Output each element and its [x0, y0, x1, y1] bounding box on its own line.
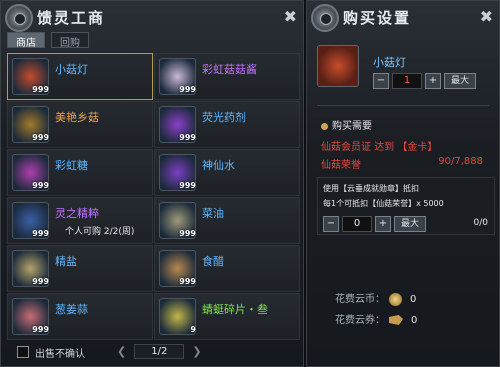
sell-confirm-checkbox[interactable] [17, 346, 29, 358]
page-indicator: 1/2 [134, 344, 185, 359]
tab-buyback[interactable]: 回购 [51, 32, 89, 49]
deduction-minus-button[interactable]: − [323, 216, 339, 232]
cost-coin-label: 花费云币： [335, 294, 385, 305]
purchase-emblem-icon [311, 4, 339, 32]
quantity-minus-button[interactable]: − [373, 73, 389, 89]
item-name: 神仙水 [202, 159, 235, 172]
tab-shop[interactable]: 商店 [7, 32, 45, 49]
item-name: 菜油 [202, 207, 224, 220]
close-icon[interactable]: ✖ [480, 7, 493, 26]
shop-item[interactable]: 999 食醋 [154, 245, 300, 292]
coin-icon [389, 292, 402, 306]
deduction-input[interactable]: 0 [342, 216, 372, 232]
item-count: 999 [179, 85, 196, 94]
item-name: 蜻蜓碎片・叁 [202, 303, 268, 316]
shop-tabs: 商店 回购 [7, 32, 89, 49]
deduction-stepper: − 0 + 最大 [323, 216, 427, 232]
item-count: 999 [179, 133, 196, 142]
shop-item[interactable]: 999 小菇灯 [7, 53, 153, 100]
item-name: 美艳乡菇 [55, 111, 99, 124]
shop-item[interactable]: 999 菜油 [154, 197, 300, 244]
deduction-max-button[interactable]: 最大 [394, 216, 427, 232]
item-name: 精盐 [55, 255, 77, 268]
shop-title: 馈灵工商 [37, 9, 106, 27]
item-name: 小菇灯 [55, 63, 88, 76]
deduction-box: 使用【云垂成就勋章】抵扣 每1个可抵扣【仙菇荣誉】x 5000 − 0 + 最大… [317, 177, 495, 235]
item-purchase-limit: 个人可购 2/2(周) [65, 227, 135, 237]
shop-item[interactable]: 999 彩虹糖 [7, 149, 153, 196]
item-name: 食醋 [202, 255, 224, 268]
quantity-stepper: − 1 + 最大 [373, 73, 477, 89]
item-count: 999 [32, 229, 49, 238]
requirement-honor-label: 仙菇荣誉 [321, 160, 361, 171]
shop-item[interactable]: 999 葱姜蒜 [7, 293, 153, 340]
cost-ticket-label: 花费云券： [335, 315, 385, 326]
shop-item[interactable]: 9 蜻蜓碎片・叁 [154, 293, 300, 340]
shop-footer: 出售不确认 ❮ 1/2 ❯ [7, 341, 297, 365]
selected-item-icon [317, 45, 359, 87]
sell-confirm-label: 出售不确认 [35, 349, 85, 360]
shop-item[interactable]: 999 荧光药剂 [154, 101, 300, 148]
close-icon[interactable]: ✖ [284, 7, 297, 26]
selected-item-name: 小菇灯 [373, 56, 406, 69]
shop-item[interactable]: 999 彩虹菇菇酱 [154, 53, 300, 100]
shop-item[interactable]: 999 精盐 [7, 245, 153, 292]
item-name: 灵之精粹 [55, 207, 99, 220]
item-name: 荧光药剂 [202, 111, 246, 124]
cost-ticket-value: 0 [411, 315, 418, 326]
quantity-plus-button[interactable]: + [425, 73, 441, 89]
cost-coin-row: 花费云币： 0 [335, 290, 416, 306]
quantity-max-button[interactable]: 最大 [444, 73, 477, 89]
requirements-label: 购买需要 [332, 121, 372, 132]
item-count: 999 [32, 181, 49, 190]
purchase-panel: 购买设置 ✖ 小菇灯 − 1 + 最大 购买需要 仙菇会员证 达到 【金卡】 仙… [306, 0, 500, 367]
cost-coin-value: 0 [410, 294, 417, 305]
item-count: 999 [32, 133, 49, 142]
quantity-input[interactable]: 1 [392, 73, 422, 89]
requirement-membership: 仙菇会员证 达到 【金卡】 [321, 142, 438, 153]
ticket-icon [389, 315, 403, 325]
shop-panel: 馈灵工商 ✖ 商店 回购 999 小菇灯 999 彩虹菇菇酱 999 美艳乡菇 999 荧光药… [0, 0, 304, 367]
bullet-icon [321, 122, 328, 130]
shop-emblem-icon [5, 4, 33, 32]
item-name: 彩虹糖 [55, 159, 88, 172]
deduction-text-1: 使用【云垂成就勋章】抵扣 [323, 184, 419, 193]
next-page-icon[interactable]: ❯ [192, 345, 201, 358]
shop-item[interactable]: 999 神仙水 [154, 149, 300, 196]
deduction-plus-button[interactable]: + [375, 216, 391, 232]
deduction-text-2: 每1个可抵扣【仙菇荣誉】x 5000 [323, 199, 444, 208]
shop-item[interactable]: 999 灵之精粹个人可购 2/2(周) [7, 197, 153, 244]
divider [317, 105, 489, 106]
item-count: 999 [179, 277, 196, 286]
item-name: 葱姜蒜 [55, 303, 88, 316]
deduction-ratio: 0/0 [473, 218, 488, 228]
item-grid: 999 小菇灯 999 彩虹菇菇酱 999 美艳乡菇 999 荧光药剂 999 彩虹糖 999 神仙水… [7, 53, 300, 340]
requirement-honor-value: 90/7,888 [438, 156, 483, 167]
purchase-title: 购买设置 [343, 9, 412, 27]
item-count: 999 [179, 181, 196, 190]
item-count: 999 [32, 325, 49, 334]
item-count: 9 [190, 325, 196, 334]
item-count: 999 [32, 277, 49, 286]
item-count: 999 [32, 85, 49, 94]
requirements-heading: 购买需要 [321, 117, 372, 132]
item-count: 999 [179, 229, 196, 238]
shop-item[interactable]: 999 美艳乡菇 [7, 101, 153, 148]
prev-page-icon[interactable]: ❮ [117, 345, 126, 358]
cost-ticket-row: 花费云券： 0 [335, 311, 417, 326]
pagination: ❮ 1/2 ❯ [117, 344, 202, 359]
item-name: 彩虹菇菇酱 [202, 63, 257, 76]
game-shop-ui: 馈灵工商 ✖ 商店 回购 999 小菇灯 999 彩虹菇菇酱 999 美艳乡菇 999 荧光药… [0, 0, 500, 367]
